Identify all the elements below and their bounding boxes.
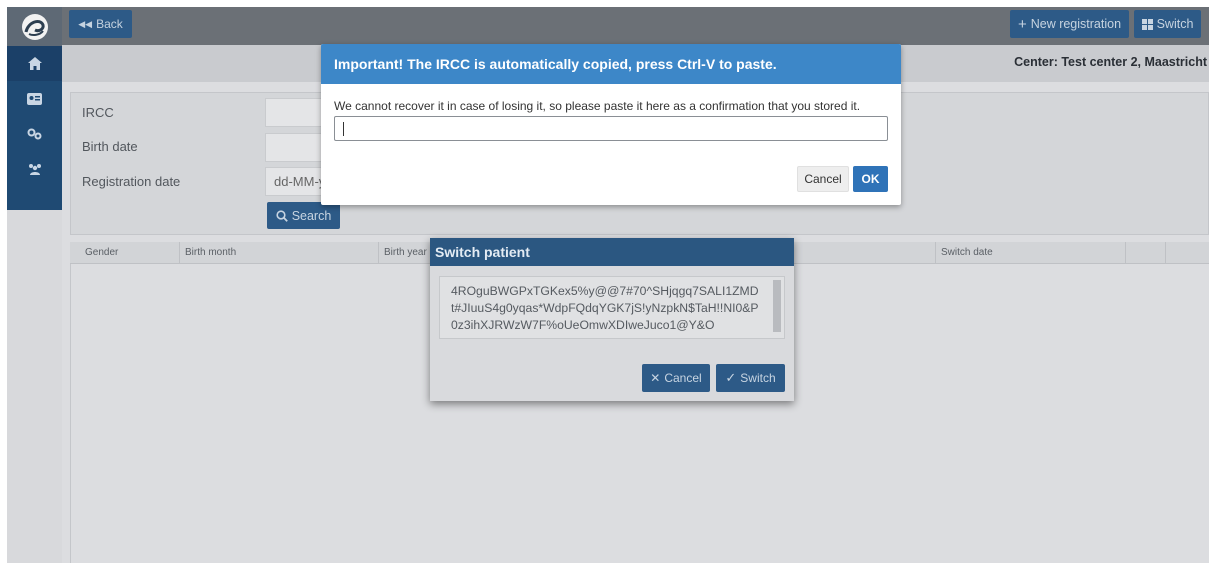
id-card-icon <box>27 92 42 105</box>
column-action-2 <box>1165 242 1209 264</box>
ircc-code-textarea[interactable]: 4ROguBWGPxTGKex5%y@@7#70^SHjqgq7SALI1ZMD… <box>439 276 785 339</box>
app-logo <box>7 7 62 46</box>
sidebar-item-settings[interactable] <box>7 116 62 151</box>
sidebar-item-home[interactable] <box>7 46 62 81</box>
grid-icon <box>1141 18 1153 30</box>
home-icon <box>27 57 42 70</box>
ircc-input[interactable] <box>265 98 325 127</box>
text-caret <box>343 122 344 136</box>
confirm-ok-button[interactable]: OK <box>853 166 888 192</box>
sidebar-item-users[interactable] <box>7 151 62 186</box>
sidebar-item-registrations[interactable] <box>7 81 62 116</box>
switch-confirm-button[interactable]: ✓ Switch <box>716 364 785 392</box>
confirm-dialog-title: Important! The IRCC is automatically cop… <box>321 44 901 84</box>
column-birth-year[interactable]: Birth year <box>378 242 438 264</box>
textarea-scrollbar[interactable] <box>773 280 781 332</box>
column-gender[interactable]: Gender <box>80 242 179 264</box>
ircc-paste-input[interactable] <box>334 116 888 141</box>
gears-icon <box>27 128 42 139</box>
switch-dialog-title: Switch patient <box>430 238 794 266</box>
birth-date-input[interactable] <box>265 133 325 162</box>
new-registration-button[interactable]: + New registration <box>1010 10 1129 38</box>
column-switch-date[interactable]: Switch date <box>935 242 1125 264</box>
users-icon <box>28 163 41 175</box>
search-icon <box>276 209 288 222</box>
search-button[interactable]: Search <box>267 202 340 229</box>
registration-date-label: Registration date <box>82 174 181 189</box>
column-action-1 <box>1125 242 1165 264</box>
column-birth-month[interactable]: Birth month <box>179 242 369 264</box>
switch-top-button[interactable]: Switch <box>1134 10 1201 38</box>
switch-cancel-button[interactable]: ✕ Cancel <box>642 364 710 392</box>
confirm-cancel-button[interactable]: Cancel <box>797 166 849 192</box>
ircc-label: IRCC <box>82 105 114 120</box>
sidebar-nav <box>7 46 62 210</box>
plus-icon: + <box>1017 15 1027 33</box>
confirm-dialog-message: We cannot recover it in case of losing i… <box>334 99 861 113</box>
center-label: Center: Test center 2, Maastricht <box>1014 55 1207 69</box>
birth-date-label: Birth date <box>82 139 138 154</box>
back-icon: ◀◀ <box>78 18 93 29</box>
sidebar <box>7 7 62 563</box>
check-icon: ✓ <box>725 370 737 385</box>
close-icon: ✕ <box>650 371 661 385</box>
registration-date-input[interactable]: dd-MM-y <box>265 167 325 196</box>
back-button[interactable]: ◀◀ Back <box>69 10 132 38</box>
